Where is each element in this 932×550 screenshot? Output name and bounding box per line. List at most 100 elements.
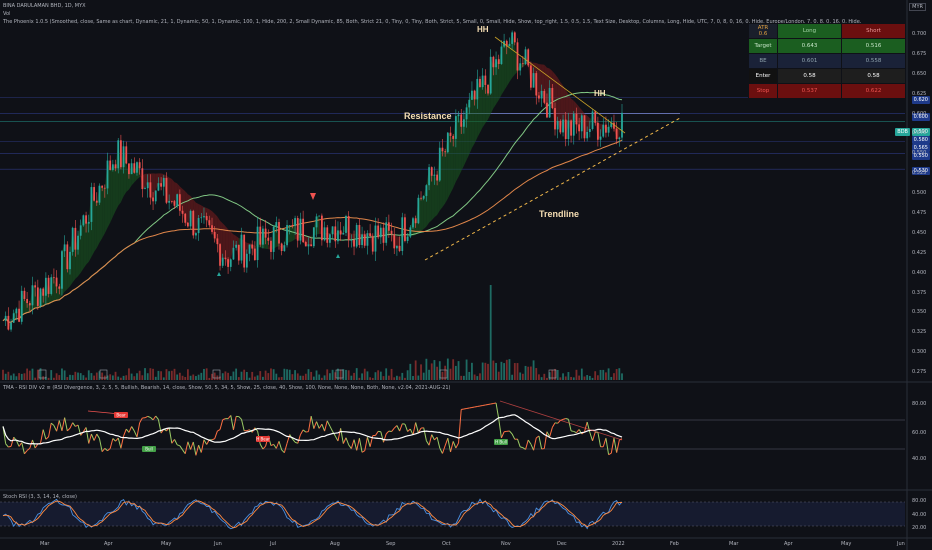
candle-body	[264, 228, 267, 238]
volume-bar	[572, 377, 575, 380]
rsi-line-segment	[495, 402, 500, 419]
volume-bar	[243, 369, 246, 380]
volume-bar	[369, 377, 372, 380]
candle-body	[221, 257, 224, 266]
volume-bar	[264, 370, 267, 380]
rsi-line-segment	[50, 422, 55, 426]
rsi-line-segment	[450, 441, 454, 453]
price-ytick: 0.600	[912, 110, 927, 117]
rsi-line-segment	[329, 425, 334, 432]
rsi-line-segment	[385, 430, 390, 435]
volume-bar	[28, 370, 31, 380]
rsi-line-segment	[310, 416, 315, 429]
volume-bar	[457, 361, 460, 380]
ribbon-segment	[112, 164, 116, 217]
volume-bar	[621, 373, 623, 380]
ribbon-segment	[201, 205, 204, 218]
rsi-line-segment	[8, 445, 12, 448]
candle-body	[278, 222, 280, 244]
stop-short: 0.622	[841, 83, 906, 99]
volume-bar	[393, 377, 396, 380]
candle-body	[208, 220, 211, 226]
ribbon-segment	[434, 174, 438, 218]
rsi-line-segment	[117, 437, 122, 449]
rsi-line-segment	[219, 419, 224, 430]
volume-bar	[468, 371, 471, 380]
short-header: Short	[841, 23, 906, 39]
volume-bar	[390, 368, 393, 380]
time-xtick: Sep	[386, 541, 396, 547]
candle-body	[192, 210, 195, 236]
candle-body	[417, 197, 420, 224]
volume-bar	[63, 370, 66, 380]
rsi-line-segment	[182, 449, 186, 455]
volume-bar	[578, 375, 581, 380]
hh-left-label: HH	[477, 25, 489, 34]
candle-body	[484, 75, 487, 85]
volume-bar	[130, 373, 133, 380]
candle-body	[219, 244, 221, 266]
rsi-line-segment	[487, 403, 491, 405]
candle-body	[312, 227, 315, 247]
indicator-title: The Phoenix 1.0.5 (Smoothed, close, Same…	[3, 19, 863, 25]
volume-bar	[152, 368, 154, 380]
price-tag-0580: 0.580	[911, 136, 930, 144]
volume-bar	[160, 371, 162, 380]
divergence-line	[499, 400, 623, 441]
ribbon-segment	[222, 223, 226, 260]
rsi-line-segment	[461, 408, 464, 410]
rsi-line-segment	[399, 423, 403, 432]
candle-body	[441, 147, 444, 152]
enter-long: 0.58	[777, 68, 842, 84]
rsi-line-segment	[302, 429, 307, 433]
volume-bar	[433, 360, 436, 380]
candle-body	[323, 227, 326, 241]
volume-bar	[527, 366, 530, 380]
candle-body	[366, 233, 369, 246]
volume-bar	[165, 369, 168, 380]
candle-body	[605, 124, 607, 133]
candle-body	[138, 162, 141, 169]
volume-bar	[315, 370, 318, 380]
currency-badge[interactable]: MYR	[909, 3, 926, 11]
rsi-ma-line	[2, 414, 623, 445]
candle-body	[245, 253, 248, 268]
rsi-line-segment	[498, 418, 502, 438]
rsi-line-segment	[538, 435, 543, 450]
candle-body	[583, 115, 586, 139]
volume-bar	[551, 369, 554, 380]
volume-bar	[146, 373, 149, 380]
candle-body	[385, 222, 388, 243]
candle-body	[586, 131, 589, 139]
volume-bar	[111, 375, 114, 380]
candle-body	[189, 210, 192, 227]
time-xtick: Jun	[897, 541, 905, 547]
rsi-line-segment	[152, 415, 157, 421]
rsi-line-segment	[463, 408, 467, 410]
volume-bar	[350, 375, 353, 380]
time-xtick: Aug	[330, 541, 340, 547]
time-xtick: Oct	[442, 541, 451, 547]
candle-body	[39, 288, 42, 306]
candle-body	[267, 237, 270, 241]
ribbon-segment	[102, 187, 105, 239]
rsi-line-segment	[278, 441, 283, 451]
volume-bar	[125, 375, 128, 380]
rsi-line-segment	[576, 429, 580, 433]
candle-body	[275, 222, 278, 227]
volume-bar	[18, 373, 20, 380]
candle-body	[363, 234, 366, 246]
stop-long: 0.537	[777, 83, 842, 99]
volume-bar	[535, 368, 538, 380]
volume-bar	[122, 375, 125, 380]
candle-body	[420, 197, 422, 199]
candle-body	[77, 235, 79, 250]
volume-bar	[329, 373, 331, 380]
rsi-line-segment	[174, 439, 178, 446]
stoch-rsi-title: Stoch RSI (3, 3, 14, 14, close)	[3, 494, 77, 500]
rsi-line-segment	[431, 434, 435, 441]
rsi-line-segment	[584, 421, 588, 433]
price-ytick: 0.550	[912, 150, 927, 157]
time-xtick: 2022	[612, 541, 625, 547]
atr-value: 0.6	[758, 31, 768, 37]
